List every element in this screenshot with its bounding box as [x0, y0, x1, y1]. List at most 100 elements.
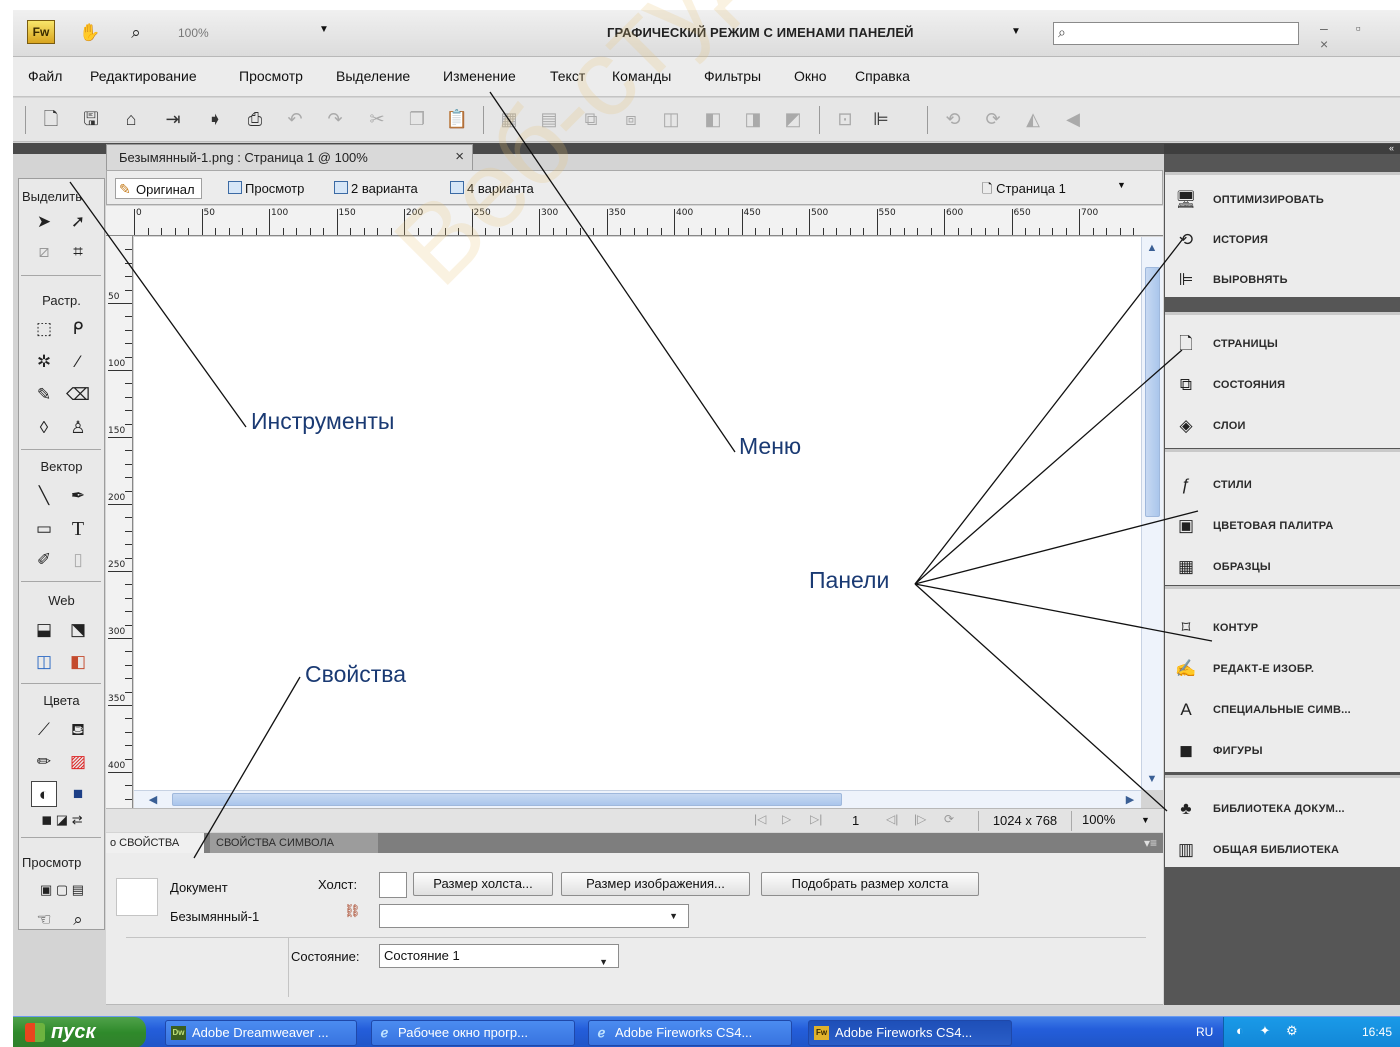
chevron-down-icon[interactable]: ▼ [319, 24, 329, 35]
export-icon[interactable]: ➧ [203, 107, 227, 131]
blur-tool-icon[interactable]: ◊ [31, 415, 57, 441]
lasso-tool-icon[interactable]: ᑭ [65, 316, 91, 342]
align-icon[interactable]: ⊫ [869, 107, 893, 131]
panel-menu-icon[interactable]: ▾≡ [1144, 836, 1157, 850]
tab-properties[interactable]: о СВОЙСТВА [106, 833, 204, 853]
paint-bucket-tool-icon[interactable]: ⛾ [65, 717, 91, 743]
rotate-ccw-icon[interactable]: ⟳ [981, 107, 1005, 131]
line-tool-icon[interactable]: ╲ [31, 483, 57, 509]
zoom-level-select[interactable]: 100% [178, 26, 209, 40]
start-button[interactable]: пуск [13, 1017, 146, 1047]
tray-icons[interactable]: ◐ ✦ ⚙ [1236, 1023, 1304, 1039]
panel-history[interactable]: ⟲ ИСТОРИЯ [1165, 221, 1400, 261]
menu-file[interactable]: Файл [28, 68, 62, 84]
stroke-color-icon[interactable]: ✏ [31, 749, 57, 775]
status-zoom[interactable]: 100% [1082, 812, 1115, 827]
panel-layers[interactable]: ◈ СЛОИ [1165, 407, 1400, 447]
horizontal-scroll-thumb[interactable] [172, 793, 842, 806]
horizontal-scrollbar[interactable]: ◀ ▶ [134, 790, 1141, 808]
panel-document-library[interactable]: ♣ БИБЛИОТЕКА ДОКУМ... [1165, 790, 1400, 830]
image-size-button[interactable]: Размер изображения... [561, 872, 750, 896]
canvas-color-swatch[interactable] [379, 872, 407, 898]
view-original-button[interactable]: ✎ Оригинал [115, 178, 202, 199]
pencil-tool-icon[interactable]: ✎ [31, 382, 57, 408]
view-preview-button[interactable]: Просмотр [225, 178, 304, 199]
undo-icon[interactable]: ↶ [283, 107, 307, 131]
vertical-scroll-thumb[interactable] [1145, 267, 1160, 517]
view-2up-button[interactable]: 2 варианта [331, 178, 418, 199]
next-frame-icon[interactable]: |▷ [914, 812, 926, 826]
cut-icon[interactable]: ✂ [365, 107, 389, 131]
last-frame-icon[interactable]: ▷| [810, 812, 822, 826]
panel-path[interactable]: ⌑ КОНТУР [1165, 609, 1400, 649]
color-swatch-icon[interactable]: ■ [65, 781, 91, 807]
collapse-icon[interactable]: « [1389, 143, 1394, 153]
crop-tool-icon[interactable]: ⌗ [65, 239, 91, 265]
bring-forward-icon[interactable]: ◧ [701, 107, 725, 131]
taskbar-ie-fireworks[interactable]: ℯ Adobe Fireworks CS4... [588, 1020, 792, 1046]
chevron-down-icon[interactable]: ▼ [1011, 26, 1021, 37]
panel-shapes[interactable]: ◼ ФИГУРЫ [1165, 732, 1400, 772]
join-icon[interactable]: ⧉ [579, 107, 603, 131]
panel-pages[interactable]: 🗋 СТРАНИЦЫ [1165, 325, 1400, 365]
scroll-left-icon[interactable]: ◀ [144, 791, 162, 809]
menu-text[interactable]: Текст [550, 68, 585, 84]
marquee-tool-icon[interactable]: ⬚ [31, 316, 57, 342]
eyedropper-tool-icon[interactable]: ⟋ [31, 717, 57, 743]
save-icon[interactable]: 🖫 [79, 107, 103, 131]
taskbar-dreamweaver[interactable]: Dw Adobe Dreamweaver ... [165, 1020, 357, 1046]
taskbar-fireworks[interactable]: Fw Adobe Fireworks CS4... [808, 1020, 1012, 1046]
hand-icon[interactable]: ✋ [79, 22, 101, 44]
menu-filters[interactable]: Фильтры [704, 68, 761, 84]
pen-tool-icon[interactable]: ✒ [65, 483, 91, 509]
menu-view[interactable]: Просмотр [239, 68, 303, 84]
slice-tool-icon[interactable]: ⬔ [65, 617, 91, 643]
flip-vertical-icon[interactable]: ◀ [1061, 107, 1085, 131]
pointer-tool-icon[interactable]: ➤ [31, 209, 57, 235]
panel-color-mixer[interactable]: ▣ ЦВЕТОВАЯ ПАЛИТРА [1165, 507, 1400, 547]
first-frame-icon[interactable]: |◁ [754, 812, 766, 826]
language-indicator[interactable]: RU [1196, 1025, 1213, 1039]
vertical-scrollbar[interactable]: ▲ ▼ [1141, 237, 1163, 790]
split-icon[interactable]: ⧈ [619, 107, 643, 131]
import-icon[interactable]: ⇥ [161, 107, 185, 131]
swap-colors-icon[interactable]: ◼ ◪ ⇄ [23, 807, 101, 833]
print-icon[interactable]: ⎙ [243, 107, 267, 131]
scroll-right-icon[interactable]: ▶ [1121, 791, 1139, 809]
menu-help[interactable]: Справка [855, 68, 910, 84]
loop-icon[interactable]: ⟳ [944, 812, 954, 826]
paste-icon[interactable]: 📋 [445, 107, 469, 131]
close-icon[interactable]: × [455, 148, 464, 165]
panel-swatches[interactable]: ▦ ОБРАЗЦЫ [1165, 548, 1400, 588]
taskbar-ie-window[interactable]: ℯ Рабочее окно прогр... [371, 1020, 575, 1046]
document-canvas[interactable] [134, 237, 1141, 790]
brush-tool-icon[interactable]: ⁄ [65, 349, 91, 375]
eraser-tool-icon[interactable]: ⌫ [65, 382, 91, 408]
stamp-tool-icon[interactable]: ♙ [65, 415, 91, 441]
fit-canvas-button[interactable]: Подобрать размер холста [761, 872, 979, 896]
panel-align[interactable]: ⊫ ВЫРОВНЯТЬ [1165, 261, 1400, 301]
text-tool-icon[interactable]: T [65, 516, 91, 542]
knife-tool-icon[interactable]: ▯ [65, 547, 91, 573]
matte-select[interactable]: ▼ [379, 904, 689, 928]
default-colors-icon[interactable]: ◐ [31, 781, 57, 807]
panel-common-library[interactable]: ▥ ОБЩАЯ БИБЛИОТЕКА [1165, 831, 1400, 871]
menu-commands[interactable]: Команды [612, 68, 671, 84]
show-slices-icon[interactable]: ◧ [65, 649, 91, 675]
panel-states[interactable]: ⧉ СОСТОЯНИЯ [1165, 366, 1400, 406]
search-input[interactable]: ⌕ [1053, 22, 1299, 45]
view-4up-button[interactable]: 4 варианта [447, 178, 534, 199]
magic-wand-tool-icon[interactable]: ✲ [31, 349, 57, 375]
copy-icon[interactable]: ❐ [405, 107, 429, 131]
send-back-icon[interactable]: ◩ [781, 107, 805, 131]
redo-icon[interactable]: ↷ [323, 107, 347, 131]
send-backward-icon[interactable]: ◨ [741, 107, 765, 131]
play-icon[interactable]: ▷ [782, 812, 791, 826]
menu-select[interactable]: Выделение [336, 68, 410, 84]
document-size[interactable]: 1024 x 768 [978, 811, 1072, 831]
new-document-icon[interactable]: 🗋 [39, 107, 63, 131]
panel-image-edit[interactable]: ✍ РЕДАКТ-Е ИЗОБР. [1165, 650, 1400, 690]
workspace-switcher[interactable]: ГРАФИЧЕСКИЙ РЕЖИМ С ИМЕНАМИ ПАНЕЛЕЙ [607, 25, 914, 40]
hide-slices-icon[interactable]: ◫ [31, 649, 57, 675]
hand-tool-icon[interactable]: ☜ [31, 907, 57, 933]
